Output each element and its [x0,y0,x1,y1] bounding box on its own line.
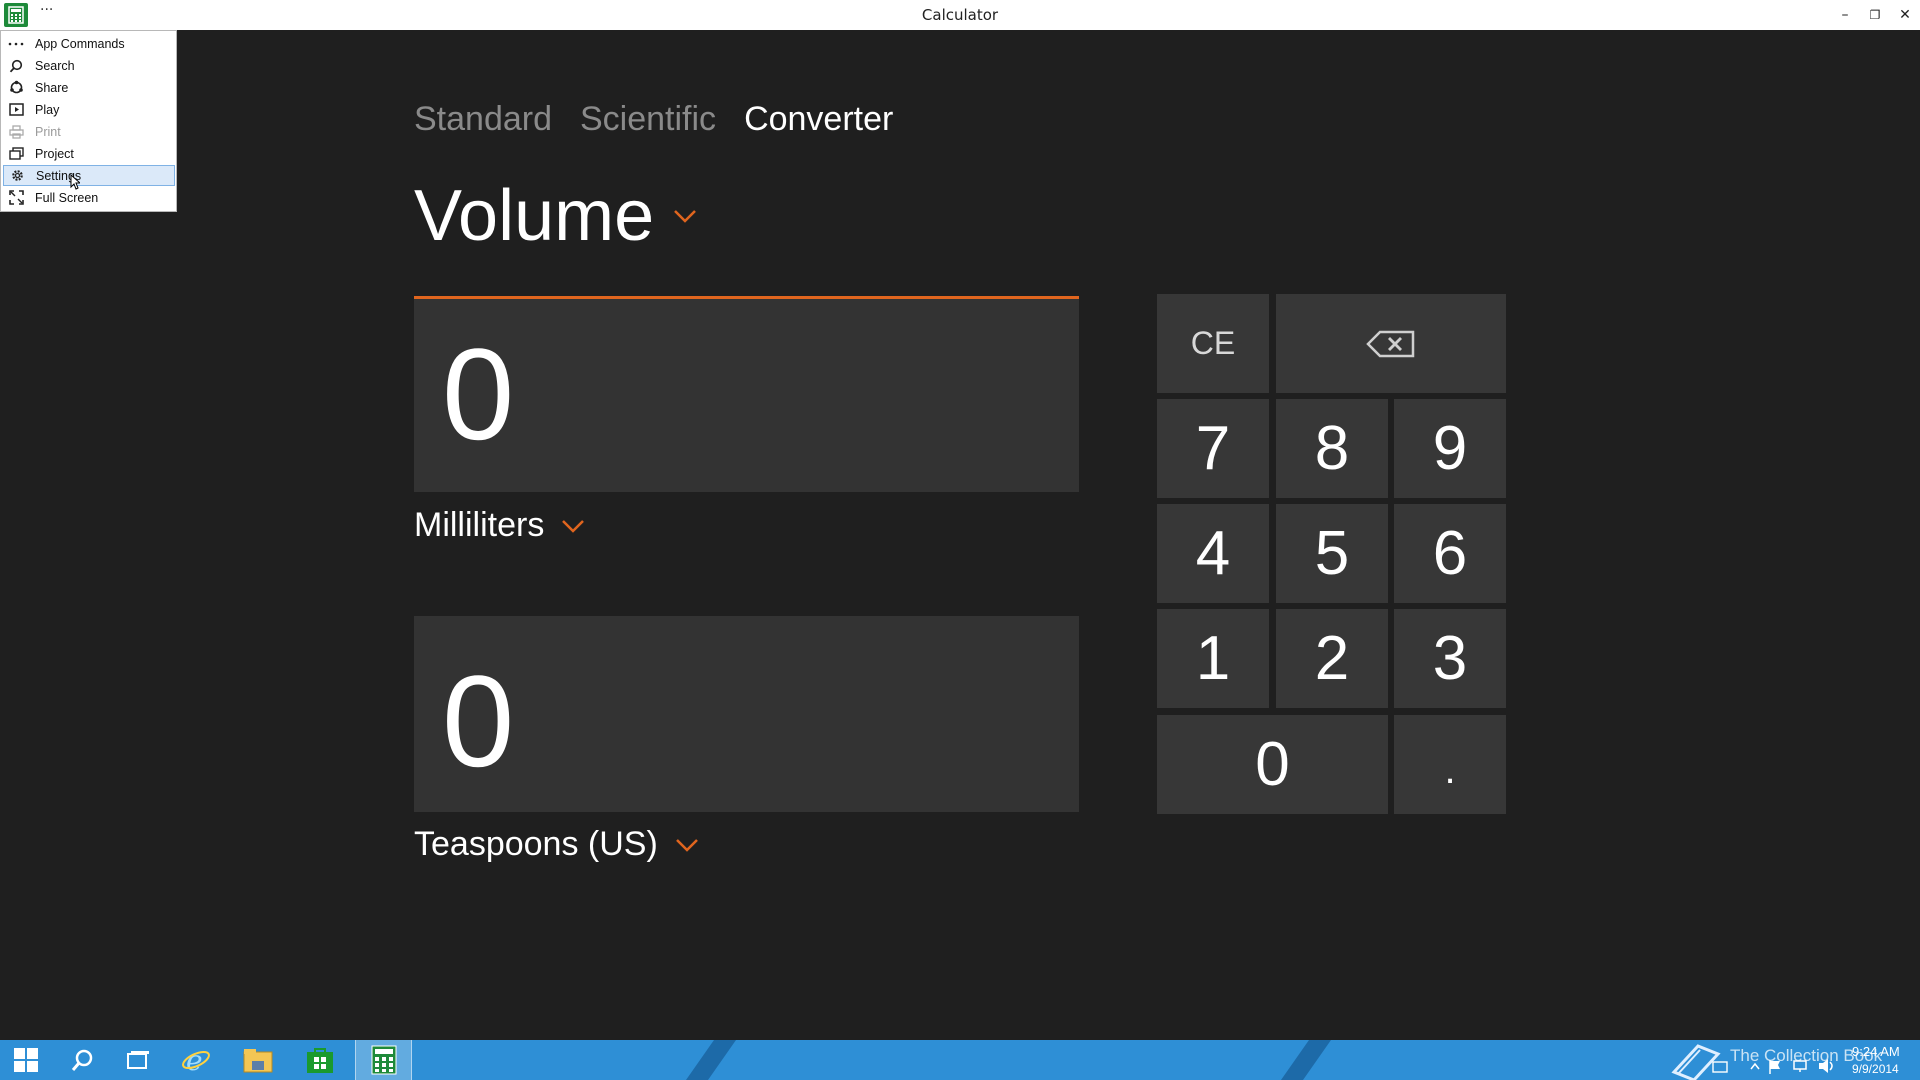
task-view-button[interactable] [112,1040,164,1080]
print-icon [3,121,29,142]
taskbar-store[interactable] [294,1040,346,1080]
menu-item-settings[interactable]: Settings [3,165,175,190]
gear-icon [4,165,30,186]
menu-item-label: Share [35,80,69,95]
digit-7-button[interactable]: 7 [1157,399,1269,498]
to-value-display[interactable]: 0 [414,616,1079,812]
taskbar-file-explorer[interactable] [232,1040,284,1080]
decimal-point-button[interactable]: . [1394,715,1506,814]
task-view-icon [127,1051,149,1069]
app-commands-menu: App Commands Search Share Play Print Pro… [0,30,177,212]
menu-item-print[interactable]: Print [3,121,175,142]
calculator-icon [371,1045,396,1075]
from-unit-label: Milliliters [414,506,545,544]
digit-1-button[interactable]: 1 [1157,609,1269,708]
window-title: Calculator [921,6,999,24]
play-icon [3,99,29,120]
folder-icon [243,1049,273,1073]
backspace-button[interactable] [1276,294,1506,393]
menu-item-project[interactable]: Project [3,143,175,164]
fullscreen-icon [3,187,29,208]
digit-3-button[interactable]: 3 [1394,609,1506,708]
to-value: 0 [442,648,515,794]
digit-2-button[interactable]: 2 [1276,609,1388,708]
mode-tabs: Standard Scientific Converter [414,100,893,139]
digit-0-button[interactable]: 0 [1157,715,1388,814]
digit-9-button[interactable]: 9 [1394,399,1506,498]
clock-time[interactable]: 9:24 AM [1852,1044,1900,1059]
taskbar-stripe [678,1040,744,1080]
restore-button[interactable]: ❐ [1860,0,1890,30]
menu-item-full-screen[interactable]: Full Screen [3,187,175,208]
taskbar-search-button[interactable] [56,1040,108,1080]
digit-5-button[interactable]: 5 [1276,504,1388,603]
close-button[interactable]: ✕ [1890,0,1920,30]
digit-4-button[interactable]: 4 [1157,504,1269,603]
taskbar: e The Collection Book 9:24 AM 9/9/2014 [0,1040,1920,1080]
search-icon [3,55,29,76]
store-icon [307,1048,333,1073]
internet-explorer-icon: e [182,1045,210,1075]
search-icon [71,1049,93,1071]
flag-icon[interactable] [1768,1059,1782,1075]
svg-text:e: e [186,1045,203,1075]
menu-item-label: Search [35,58,75,73]
more-icon [3,33,29,54]
to-unit-label: Teaspoons (US) [414,825,658,863]
menu-item-label: Full Screen [35,190,99,205]
menu-item-label: Print [35,124,61,139]
tab-converter[interactable]: Converter [744,100,893,139]
from-value-display[interactable]: 0 [414,296,1079,492]
taskbar-internet-explorer[interactable]: e [170,1040,222,1080]
project-icon [3,143,29,164]
tab-scientific[interactable]: Scientific [580,100,716,139]
tab-standard[interactable]: Standard [414,100,552,139]
menu-item-label: Project [35,146,74,161]
menu-item-search[interactable]: Search [3,55,175,76]
share-icon [3,77,29,98]
backspace-icon [1366,330,1415,357]
network-icon[interactable] [1792,1059,1810,1073]
digit-6-button[interactable]: 6 [1394,504,1506,603]
category-selector[interactable]: Volume [414,175,697,257]
digit-8-button[interactable]: 8 [1276,399,1388,498]
volume-icon[interactable] [1818,1058,1836,1074]
start-button[interactable] [0,1040,52,1080]
windows-logo-icon [14,1048,38,1072]
minimize-button[interactable]: – [1830,0,1860,30]
title-bar: ··· Calculator – ❐ ✕ [0,0,1920,30]
menu-item-app-commands[interactable]: App Commands [3,33,175,54]
menu-item-share[interactable]: Share [3,77,175,98]
menu-item-label: App Commands [35,36,125,51]
menu-item-play[interactable]: Play [3,99,175,120]
clock-date[interactable]: 9/9/2014 [1852,1062,1899,1076]
clear-entry-button[interactable]: CE [1157,294,1269,393]
from-unit-selector[interactable]: Milliliters [414,506,585,545]
chevron-up-icon[interactable] [1750,1062,1760,1070]
chevron-down-icon [675,838,698,852]
category-label: Volume [414,176,655,256]
chevron-down-icon [674,210,697,223]
taskbar-calculator[interactable] [355,1040,412,1080]
menu-item-label: Play [35,102,60,117]
taskbar-stripe [1273,1040,1339,1080]
from-value: 0 [442,321,515,467]
chevron-down-icon [562,519,585,533]
keyboard-icon[interactable] [1712,1061,1728,1073]
to-unit-selector[interactable]: Teaspoons (US) [414,825,698,864]
